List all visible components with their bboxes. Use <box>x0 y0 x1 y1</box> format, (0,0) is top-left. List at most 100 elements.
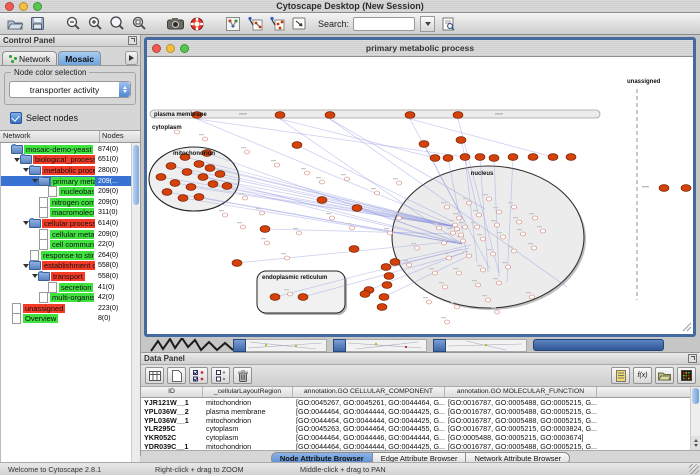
network-node[interactable] <box>387 231 392 235</box>
attribute-table-icon[interactable] <box>145 367 164 384</box>
network-node-selected[interactable] <box>166 163 176 170</box>
network-node[interactable] <box>426 300 431 304</box>
column-header-cellular-component[interactable]: annotation.GO CELLULAR_COMPONENT <box>293 387 445 397</box>
network-node[interactable] <box>511 249 516 253</box>
network-node-selected[interactable] <box>453 112 463 119</box>
network-node-selected[interactable] <box>298 294 308 301</box>
tree-row-macromolecule[interactable]: macromolecule311(0) <box>1 208 132 219</box>
network-node-selected[interactable] <box>659 185 669 192</box>
network-node[interactable] <box>452 223 457 227</box>
network-node[interactable] <box>264 241 269 245</box>
network-node-selected[interactable] <box>460 154 470 161</box>
network-node[interactable] <box>450 231 455 235</box>
tree-expand-icon[interactable] <box>22 221 29 225</box>
new-attribute-icon[interactable] <box>167 367 186 384</box>
network-node-selected[interactable] <box>205 165 215 172</box>
network-node[interactable] <box>531 246 536 250</box>
window-titlebar[interactable]: Cytoscape Desktop (New Session) <box>0 0 700 13</box>
zoom-selected-icon[interactable] <box>130 15 148 32</box>
network-node-selected[interactable] <box>360 291 370 298</box>
network-node-selected[interactable] <box>681 185 691 192</box>
network-node[interactable] <box>444 320 449 324</box>
network-node-selected[interactable] <box>352 205 362 212</box>
network-node[interactable] <box>287 292 292 296</box>
birdseye-view-icon[interactable] <box>224 15 242 32</box>
tree-row-secretion[interactable]: secretion41(0) <box>1 282 132 293</box>
delete-attribute-trash-icon[interactable] <box>233 367 252 384</box>
unselect-attributes-icon[interactable] <box>211 367 230 384</box>
table-row[interactable]: YLR295Ccytoplasm[GO:0045263, GO:0044464,… <box>141 424 700 433</box>
search-input[interactable] <box>353 17 415 31</box>
network-node-selected[interactable] <box>349 246 359 253</box>
node-color-select[interactable]: transporter activity <box>9 81 131 98</box>
tree-row-unassigned[interactable]: unassigned223(0) <box>1 303 132 314</box>
minimized-window-thumbnail[interactable] <box>433 339 527 351</box>
import-attributes-folder-icon[interactable] <box>655 367 674 384</box>
network-node-selected[interactable] <box>443 155 453 162</box>
float-panel-icon[interactable] <box>128 36 137 45</box>
column-header-molecular-function[interactable]: annotation.GO MOLECULAR_FUNCTION <box>445 387 597 397</box>
network-node-selected[interactable] <box>548 154 558 161</box>
network-node-selected[interactable] <box>156 174 166 181</box>
network-node-selected[interactable] <box>382 282 392 289</box>
minimized-window-thumbnail[interactable] <box>333 339 427 351</box>
network-node-selected[interactable] <box>170 180 180 187</box>
network-node[interactable] <box>274 163 279 167</box>
network-node[interactable] <box>532 216 537 220</box>
network-node-selected[interactable] <box>377 304 387 311</box>
tab-mosaic[interactable]: Mosaic <box>58 51 101 65</box>
tree-row-cellular-metabo[interactable]: cellular metabo209(0) <box>1 229 132 240</box>
tree-row-transport[interactable]: transport558(0) <box>1 271 132 282</box>
network-node-selected[interactable] <box>178 195 188 202</box>
network-node[interactable] <box>456 216 461 220</box>
select-nodes-checkbox[interactable] <box>10 112 22 124</box>
network-node-selected[interactable] <box>405 112 415 119</box>
network-edge[interactable] <box>410 119 553 157</box>
network-node-selected[interactable] <box>566 154 576 161</box>
network-node[interactable] <box>242 196 247 200</box>
search-advanced-icon[interactable] <box>439 15 457 32</box>
network-node-selected[interactable] <box>430 155 440 162</box>
network-node[interactable] <box>240 225 245 229</box>
tree-expand-icon[interactable] <box>31 274 38 278</box>
network-node[interactable] <box>466 201 471 205</box>
zoom-fit-icon[interactable] <box>108 15 126 32</box>
network-node[interactable] <box>432 271 437 275</box>
search-dropdown-button[interactable] <box>420 16 435 32</box>
network-node[interactable] <box>466 254 471 258</box>
network-view-window[interactable]: primary metabolic process plasma membran… <box>144 37 696 337</box>
network-node-selected[interactable] <box>508 154 518 161</box>
zoom-out-icon[interactable] <box>64 15 82 32</box>
canvas-resize-grip[interactable] <box>683 323 691 331</box>
network-node-selected[interactable] <box>456 137 466 144</box>
network-node[interactable] <box>511 205 516 209</box>
minimized-window-thumbnail[interactable] <box>233 339 327 351</box>
float-panel-icon[interactable] <box>688 354 697 363</box>
network-edge[interactable] <box>280 119 435 158</box>
network-node[interactable] <box>490 252 495 256</box>
save-icon[interactable] <box>28 15 46 32</box>
tree-row-cell-communicat[interactable]: cell communicat22(0) <box>1 239 132 250</box>
network-node[interactable] <box>505 265 510 269</box>
network-node[interactable] <box>486 197 491 201</box>
minimized-window-bar[interactable] <box>533 339 664 351</box>
network-node[interactable] <box>296 231 301 235</box>
network-node[interactable] <box>396 181 401 185</box>
tree-expand-icon[interactable] <box>31 179 38 183</box>
network-node[interactable] <box>496 210 501 214</box>
network-node[interactable] <box>496 281 501 285</box>
tree-column-nodes[interactable]: Nodes <box>100 131 140 142</box>
network-node[interactable] <box>446 256 451 260</box>
table-row[interactable]: YPL036W__1mitochondrion[GO:0044464, GO:0… <box>141 416 700 425</box>
network-node[interactable] <box>406 263 411 267</box>
snapshot-camera-icon[interactable] <box>166 15 184 32</box>
column-header-id[interactable]: ID <box>141 387 203 397</box>
network-node-selected[interactable] <box>208 181 218 188</box>
network-node[interactable] <box>202 137 207 141</box>
network-node[interactable] <box>414 246 419 250</box>
network-canvas-svg[interactable]: plasma membranecytoplasmmitochondrionnuc… <box>147 57 693 334</box>
network-node-selected[interactable] <box>475 154 485 161</box>
network-node-selected[interactable] <box>489 155 499 162</box>
network-node-selected[interactable] <box>292 142 302 149</box>
network-node[interactable] <box>460 239 465 243</box>
